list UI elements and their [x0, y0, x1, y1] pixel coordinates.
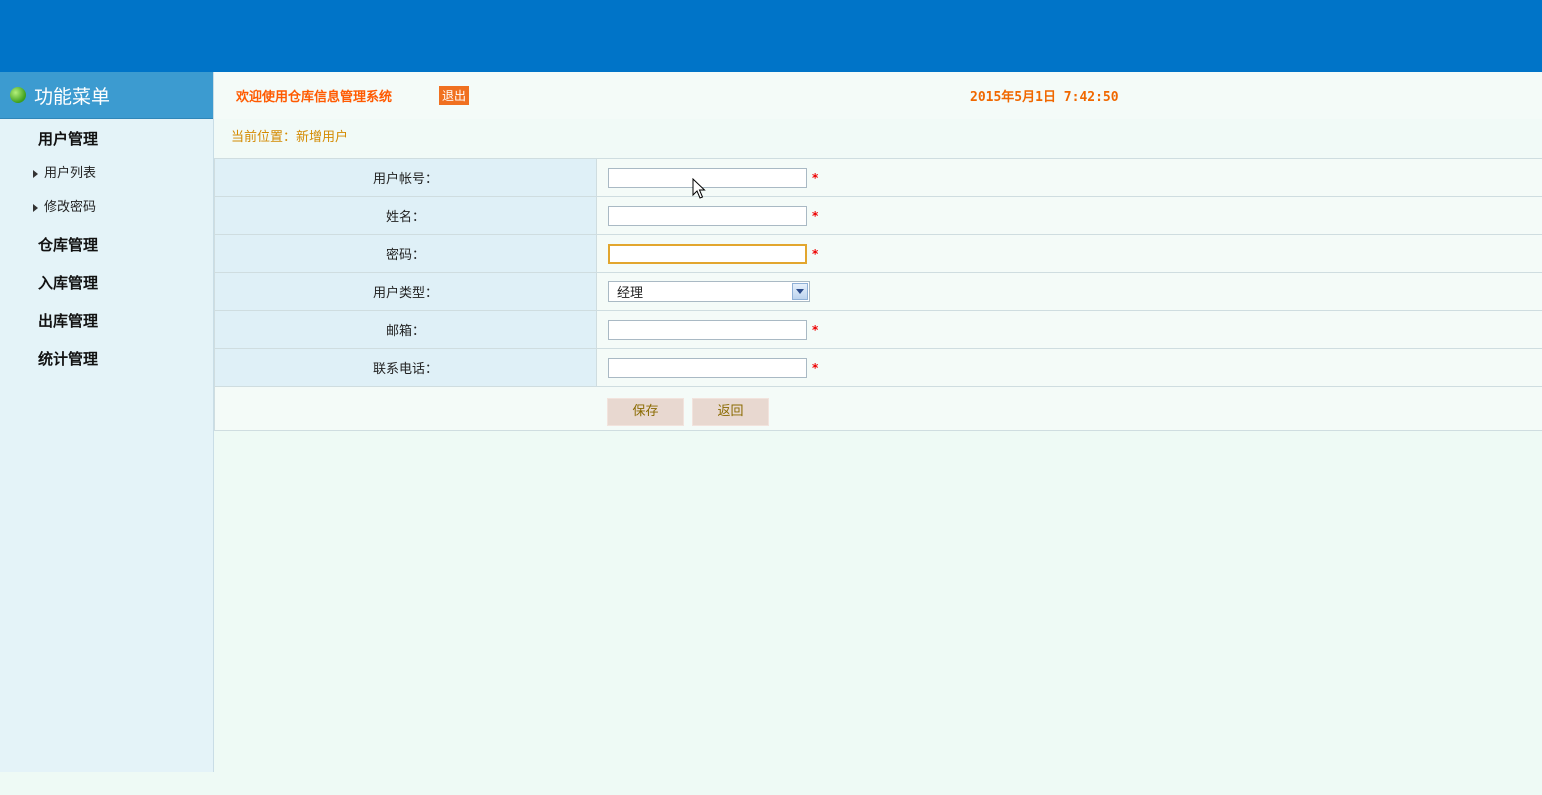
menu-title: 功能菜单: [34, 85, 111, 108]
user-type-select[interactable]: 经理: [608, 281, 810, 302]
sidebar: 功能菜单 用户管理 用户列表 修改密码 仓库管理 入库管理 出库管理 统计管理: [0, 72, 214, 772]
back-button[interactable]: 返回: [692, 398, 769, 426]
form-row-email: 邮箱： *: [214, 310, 1542, 349]
form-row-password: 密码： *: [214, 234, 1542, 273]
chevron-down-icon[interactable]: [792, 283, 808, 300]
sidebar-group-statistics[interactable]: 统计管理: [0, 339, 213, 377]
main-content: 欢迎使用仓库信息管理系统 退出 2015年5月1日 7:42:50 当前位置：新…: [214, 72, 1542, 431]
phone-label: 联系电话：: [214, 348, 597, 387]
sidebar-group-outbound[interactable]: 出库管理: [0, 301, 213, 339]
sidebar-item-user-list[interactable]: 用户列表: [0, 157, 213, 191]
sidebar-group-inbound[interactable]: 入库管理: [0, 263, 213, 301]
required-mark: *: [812, 208, 819, 223]
required-mark: *: [812, 360, 819, 375]
welcome-text: 欢迎使用仓库信息管理系统: [236, 90, 393, 105]
password-input[interactable]: [608, 243, 807, 264]
sidebar-group-warehouse[interactable]: 仓库管理: [0, 225, 213, 263]
menu-header: 功能菜单: [0, 72, 213, 119]
required-mark: *: [812, 170, 819, 185]
mouse-cursor-icon: [692, 178, 706, 199]
phone-input[interactable]: [608, 357, 807, 378]
user-form: 用户帐号： * 姓名： * 密码： * 用户类型： 经理 邮箱： * 联系电话：…: [214, 159, 1542, 431]
email-label: 邮箱：: [214, 310, 597, 349]
account-label: 用户帐号：: [214, 159, 597, 197]
form-row-account: 用户帐号： *: [214, 159, 1542, 197]
user-type-value: 经理: [617, 286, 644, 301]
welcome-bar: 欢迎使用仓库信息管理系统 退出 2015年5月1日 7:42:50: [214, 72, 1542, 119]
sidebar-item-label: 修改密码: [44, 200, 97, 215]
logout-link[interactable]: 退出: [439, 86, 470, 105]
required-mark: *: [812, 246, 819, 261]
breadcrumb: 当前位置：新增用户: [214, 119, 1542, 159]
email-input[interactable]: [608, 319, 807, 340]
password-label: 密码：: [214, 234, 597, 273]
type-label: 用户类型：: [214, 272, 597, 311]
menu-ball-icon: [10, 87, 26, 103]
name-label: 姓名：: [214, 196, 597, 235]
save-button[interactable]: 保存: [607, 398, 684, 426]
form-row-name: 姓名： *: [214, 196, 1542, 235]
datetime-display: 2015年5月1日 7:42:50: [970, 90, 1119, 105]
required-mark: *: [812, 322, 819, 337]
sidebar-item-change-password[interactable]: 修改密码: [0, 191, 213, 225]
triangle-right-icon: [33, 204, 38, 212]
top-banner: [0, 0, 1542, 72]
name-input[interactable]: [608, 205, 807, 226]
sidebar-group-user[interactable]: 用户管理: [0, 119, 213, 157]
form-row-type: 用户类型： 经理: [214, 272, 1542, 311]
form-row-phone: 联系电话： *: [214, 348, 1542, 387]
sidebar-item-label: 用户列表: [44, 166, 97, 181]
triangle-right-icon: [33, 170, 38, 178]
form-row-actions: [214, 386, 1542, 431]
account-input[interactable]: [608, 167, 807, 188]
